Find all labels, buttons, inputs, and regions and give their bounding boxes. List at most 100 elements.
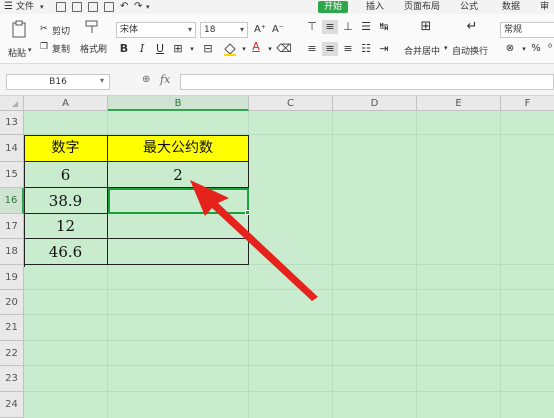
cell-b18[interactable] bbox=[108, 239, 249, 265]
align-left-icon[interactable]: ≡ bbox=[304, 42, 320, 56]
undo-icon[interactable]: ↶ bbox=[120, 0, 128, 14]
select-all-icon bbox=[12, 101, 18, 107]
tab-review[interactable]: 审 bbox=[540, 0, 549, 14]
chevron-down-icon[interactable]: ▾ bbox=[146, 0, 150, 14]
redo-icon[interactable]: ↷ bbox=[134, 0, 142, 14]
wrap-text-icon[interactable]: ↵ bbox=[464, 20, 480, 34]
column-header-d[interactable]: D bbox=[333, 96, 417, 111]
underline-button[interactable]: U bbox=[152, 42, 168, 56]
copy-button[interactable]: 复制 bbox=[52, 42, 70, 55]
chevron-down-icon[interactable]: ▾ bbox=[444, 44, 448, 52]
row-header-14[interactable]: 14 bbox=[0, 135, 24, 162]
clear-format-icon[interactable]: ⌫ bbox=[276, 42, 292, 56]
align-top-icon[interactable]: ⊤ bbox=[304, 20, 320, 34]
fill-handle[interactable] bbox=[245, 210, 250, 215]
paste-icon[interactable] bbox=[10, 20, 28, 38]
formula-bar: B16 ▾ ⊕ fx bbox=[0, 64, 554, 96]
chevron-down-icon[interactable]: ▾ bbox=[100, 76, 104, 85]
cell-b17[interactable] bbox=[108, 214, 249, 239]
row-header-17[interactable]: 17 bbox=[0, 214, 24, 239]
menu-icon[interactable]: ☰ bbox=[4, 0, 13, 14]
column-header-e[interactable]: E bbox=[417, 96, 501, 111]
align-right-icon[interactable]: ≡ bbox=[340, 42, 356, 56]
grid-line bbox=[24, 314, 554, 315]
cut-button[interactable]: 剪切 bbox=[52, 24, 70, 37]
row-header-23[interactable]: 23 bbox=[0, 366, 24, 392]
format-painter-button[interactable]: 格式刷 bbox=[80, 42, 107, 55]
align-bottom-icon[interactable]: ⊥ bbox=[340, 20, 356, 34]
chevron-down-icon: ▾ bbox=[239, 25, 244, 34]
ribbon-toolbar: 粘贴 ▾ ✂ 剪切 ❐ 复制 格式刷 宋体 ▾ 18 ▾ A⁺ A⁻ B I U… bbox=[0, 14, 554, 64]
merge-center-icon[interactable]: ⊞ bbox=[418, 20, 434, 34]
row-header-15[interactable]: 15 bbox=[0, 162, 24, 188]
cell-b14[interactable]: 最大公约数 bbox=[108, 135, 249, 162]
formula-input[interactable] bbox=[180, 74, 554, 90]
align-middle-icon[interactable]: ≡ bbox=[322, 20, 338, 34]
italic-button[interactable]: I bbox=[134, 42, 150, 56]
distributed-icon[interactable]: ☷ bbox=[358, 42, 374, 56]
tab-home[interactable]: 开始 bbox=[318, 1, 349, 13]
tab-formulas[interactable]: 公式 bbox=[460, 0, 478, 14]
row-header-20[interactable]: 20 bbox=[0, 290, 24, 315]
font-name-select[interactable]: 宋体 ▾ bbox=[116, 22, 196, 38]
merge-cells-icon[interactable]: ⊟ bbox=[200, 42, 216, 56]
orientation-icon[interactable]: ↹ bbox=[376, 20, 392, 34]
thousands-icon[interactable]: ⁰ bbox=[542, 42, 554, 56]
function-button[interactable]: fx bbox=[160, 73, 170, 86]
print-icon[interactable] bbox=[88, 2, 98, 12]
align-justify-icon[interactable]: ☰ bbox=[358, 20, 374, 34]
cell-b16[interactable] bbox=[108, 188, 249, 214]
font-name-value: 宋体 bbox=[120, 25, 139, 35]
export-icon[interactable] bbox=[72, 2, 82, 12]
cell-a16[interactable]: 38.9 bbox=[24, 188, 108, 214]
chevron-down-icon[interactable]: ▾ bbox=[28, 46, 32, 54]
cell-a18[interactable]: 46.6 bbox=[24, 239, 108, 265]
chevron-down-icon: ▾ bbox=[187, 25, 192, 34]
grid-line bbox=[24, 391, 554, 392]
font-decrease-icon[interactable]: A⁻ bbox=[270, 23, 286, 37]
cell-a15[interactable]: 6 bbox=[24, 162, 108, 188]
format-painter-icon[interactable] bbox=[84, 20, 100, 34]
tab-insert[interactable]: 插入 bbox=[366, 0, 384, 14]
align-center-icon[interactable]: ≡ bbox=[322, 42, 338, 56]
merge-center-button[interactable]: 合并居中 bbox=[404, 44, 440, 57]
save-icon[interactable] bbox=[56, 2, 66, 12]
copy-icon: ❐ bbox=[40, 42, 49, 52]
scissors-icon: ✂ bbox=[40, 24, 48, 34]
font-increase-icon[interactable]: A⁺ bbox=[252, 23, 268, 37]
file-menu[interactable]: 文件 bbox=[16, 0, 34, 14]
row-header-16[interactable]: 16 bbox=[0, 188, 24, 214]
name-box[interactable]: B16 bbox=[6, 74, 110, 90]
row-header-24[interactable]: 24 bbox=[0, 392, 24, 418]
column-header-b[interactable]: B bbox=[108, 96, 249, 111]
select-all-button[interactable] bbox=[0, 96, 24, 111]
chevron-down-icon[interactable]: ▾ bbox=[40, 0, 44, 14]
row-header-21[interactable]: 21 bbox=[0, 315, 24, 341]
row-header-19[interactable]: 19 bbox=[0, 265, 24, 290]
bold-button[interactable]: B bbox=[116, 42, 132, 56]
font-size-value: 18 bbox=[204, 25, 216, 35]
tab-page-layout[interactable]: 页面布局 bbox=[404, 0, 440, 14]
row-header-13[interactable]: 13 bbox=[0, 111, 24, 135]
column-header-a[interactable]: A bbox=[24, 96, 108, 111]
cell-b15[interactable]: 2 bbox=[108, 162, 249, 188]
cell-a14[interactable]: 数字 bbox=[24, 135, 108, 162]
row-header-18[interactable]: 18 bbox=[0, 239, 24, 265]
number-format-select[interactable]: 常规 bbox=[500, 22, 554, 38]
column-header-f[interactable]: F bbox=[501, 96, 554, 111]
font-size-select[interactable]: 18 ▾ bbox=[200, 22, 248, 38]
grid-line bbox=[24, 340, 554, 341]
zoom-icon[interactable]: ⊕ bbox=[142, 74, 150, 85]
wrap-text-button[interactable]: 自动换行 bbox=[452, 44, 488, 57]
number-format-value: 常规 bbox=[504, 25, 523, 35]
print-preview-icon[interactable] bbox=[104, 2, 114, 12]
spreadsheet-grid[interactable]: A B C D E F 13 14 15 16 17 18 19 20 21 2… bbox=[0, 96, 554, 418]
indent-icon[interactable]: ⇥ bbox=[376, 42, 392, 56]
paste-button[interactable]: 粘贴 bbox=[8, 46, 26, 59]
tab-data[interactable]: 数据 bbox=[502, 0, 520, 14]
grid-line bbox=[24, 289, 554, 290]
cell-a17[interactable]: 12 bbox=[24, 214, 108, 239]
chevron-down-icon[interactable]: ▾ bbox=[184, 42, 200, 56]
column-header-c[interactable]: C bbox=[249, 96, 333, 111]
row-header-22[interactable]: 22 bbox=[0, 341, 24, 366]
